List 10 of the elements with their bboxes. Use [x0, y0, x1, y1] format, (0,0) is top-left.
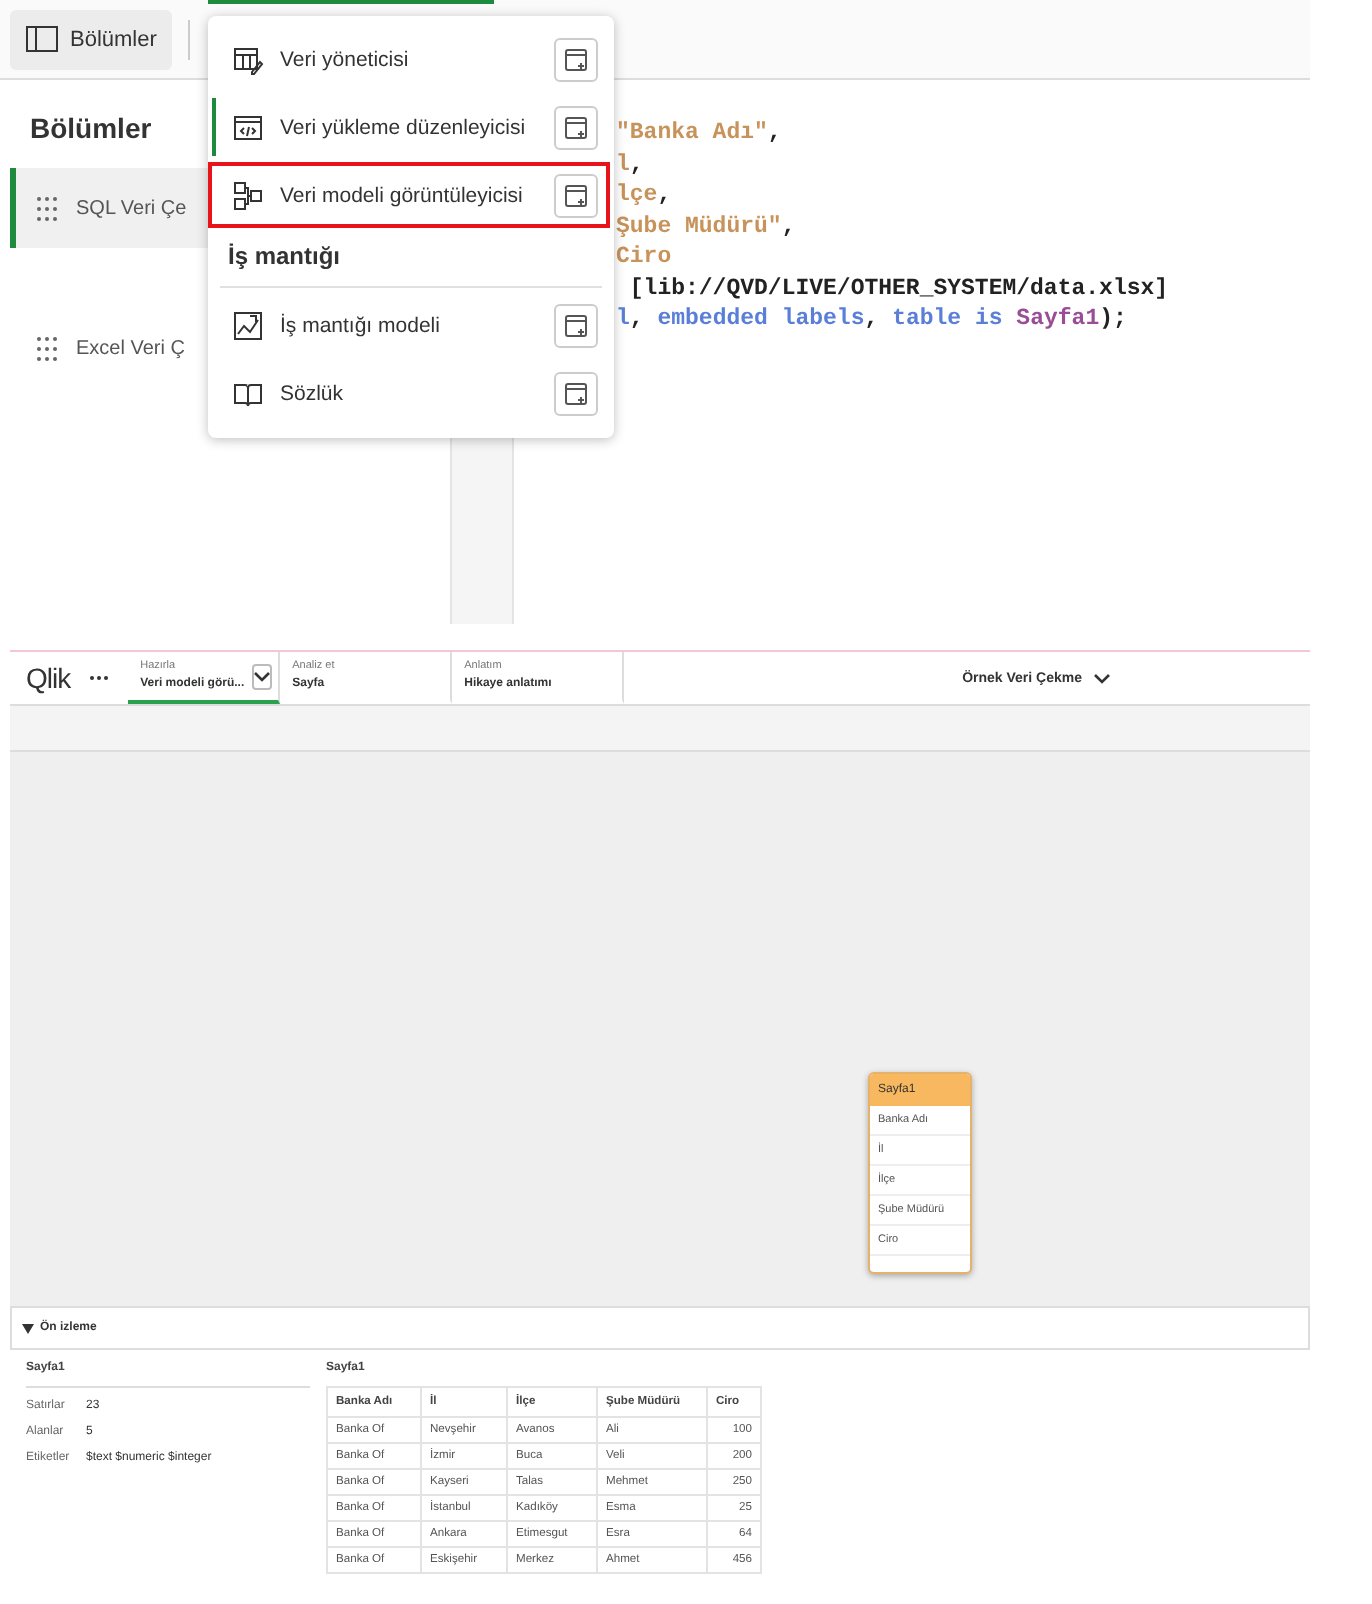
code-line: [lib://QVD/LIVE/OTHER_SYSTEM/data.xlsx]	[627, 273, 1169, 304]
code-line: Şube Müdürü",	[616, 211, 796, 242]
code-line: "Banka Adı",	[616, 118, 782, 149]
app-logo: Qlik	[24, 660, 73, 698]
sidebar-title: Bölümler	[30, 112, 152, 144]
code-line: Ciro	[616, 242, 672, 273]
code-line: l,	[616, 149, 644, 180]
code-line: l, embedded labels, table is Sayfa1);	[616, 304, 1127, 335]
code-line: lçe,	[616, 180, 672, 211]
menu-section-header: İş mantığı	[226, 240, 343, 274]
